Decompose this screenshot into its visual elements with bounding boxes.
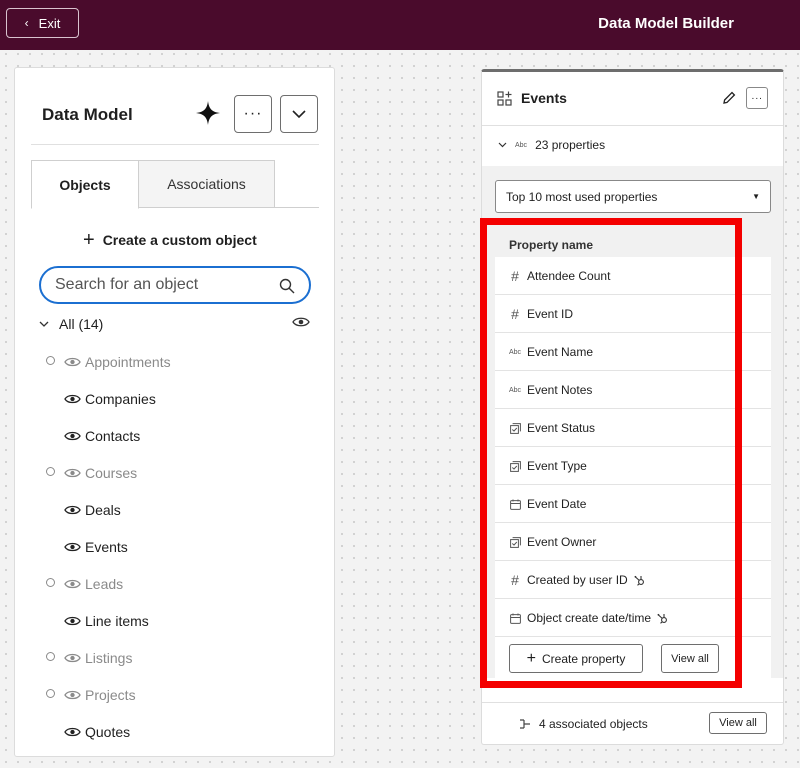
object-label: Quotes [85,724,131,740]
divider [31,144,319,145]
associated-objects: 4 associated objects [519,717,648,731]
properties-toggle[interactable]: Abc 23 properties [498,138,605,152]
object-label: Events [85,539,128,555]
object-list-item[interactable]: Appointments [15,343,335,380]
object-label: Deals [85,502,121,518]
eye-icon[interactable] [64,392,81,408]
eye-icon[interactable] [64,503,81,519]
panel-title: Data Model [42,105,133,124]
tab-label: Objects [59,176,111,193]
object-label: Leads [85,576,124,592]
status-dot-icon [46,652,55,661]
object-more-button[interactable]: ··· [746,87,768,109]
plus-icon: + [83,229,95,251]
eye-icon[interactable] [64,540,81,556]
status-dot-icon [46,578,55,587]
eye-icon[interactable] [64,614,81,630]
pencil-icon[interactable] [722,91,736,105]
all-label: All (14) [59,316,104,332]
object-list-item[interactable]: Deals [15,491,335,528]
more-label: ··· [751,92,763,104]
eye-icon[interactable] [64,466,81,482]
data-model-panel: Data Model ··· Objects Associations + Cr… [14,67,335,757]
view-all-associations-button[interactable]: View all [709,712,767,734]
exit-label: Exit [38,15,61,31]
properties-count: 23 properties [535,138,606,152]
chevron-down-icon [498,142,507,148]
object-list-item[interactable]: Companies [15,380,335,417]
text-type-icon: Abc [515,141,528,149]
more-label: ··· [243,105,263,122]
object-list-item[interactable]: Projects [15,676,335,713]
associated-label: 4 associated objects [539,717,648,731]
search-input[interactable] [55,276,275,294]
eye-icon[interactable] [64,651,81,667]
object-label: Courses [85,465,138,481]
property-filter-dropdown[interactable]: Top 10 most used properties ▼ [495,180,771,213]
eye-icon[interactable] [64,577,81,593]
object-label: Appointments [85,354,171,370]
all-objects-toggle[interactable]: All (14) [39,316,103,332]
object-list-item[interactable]: Line items [15,602,335,639]
chevron-down-icon [292,109,306,118]
top-bar: ‹ Exit Data Model Builder [0,0,800,50]
chevron-left-icon: ‹ [24,16,29,30]
object-list-item[interactable]: Listings [15,639,335,676]
association-icon [520,719,530,729]
caret-down-icon: ▼ [752,192,760,201]
status-dot-icon [46,689,55,698]
collapse-button[interactable] [280,95,318,133]
tab-label: Associations [167,176,246,192]
object-label: Projects [85,687,136,703]
divider [482,125,783,126]
object-label: Companies [85,391,156,407]
eye-icon[interactable] [64,429,81,445]
object-label: Contacts [85,428,141,444]
more-options-button[interactable]: ··· [234,95,272,133]
status-dot-icon [46,356,55,365]
search-box [39,266,311,304]
object-list-item[interactable]: Contacts [15,417,335,454]
object-list-item[interactable]: Quotes [15,713,335,750]
highlight-box [480,218,742,688]
eye-icon[interactable] [292,316,310,328]
create-label: Create a custom object [102,232,257,248]
status-dot-icon [46,467,55,476]
eye-icon[interactable] [64,355,81,371]
exit-button[interactable]: ‹ Exit [6,8,79,38]
object-label: Line items [85,613,149,629]
app-title: Data Model Builder [598,15,734,32]
view-all-label: View all [719,717,757,729]
object-icon [497,91,512,106]
divider [482,702,783,703]
tab-objects[interactable]: Objects [31,160,139,209]
dropdown-value: Top 10 most used properties [506,189,658,204]
object-list-item[interactable]: Events [15,528,335,565]
object-title: Events [521,90,567,106]
search-icon[interactable] [279,278,295,294]
panel-tabs: Objects Associations [31,160,319,209]
object-list-item[interactable]: Courses [15,454,335,491]
sparkle-icon[interactable] [195,100,221,126]
object-list-item[interactable]: Leads [15,565,335,602]
object-list: Appointments Companies Contacts Courses Deal… [15,343,335,750]
eye-icon[interactable] [64,688,81,704]
object-label: Listings [85,650,133,666]
tab-associations[interactable]: Associations [138,160,275,208]
create-custom-object-button[interactable]: + Create a custom object [83,229,257,251]
eye-icon[interactable] [64,725,81,741]
chevron-down-icon [39,321,49,327]
